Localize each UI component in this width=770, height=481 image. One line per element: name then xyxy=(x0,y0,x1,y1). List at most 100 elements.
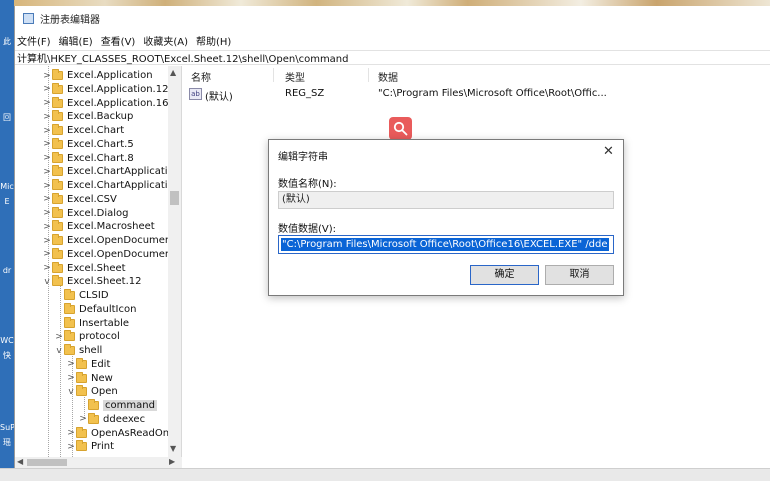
folder-icon xyxy=(76,385,87,397)
tree-item[interactable]: CLSID xyxy=(54,289,109,302)
tree-item[interactable]: > Excel.Application xyxy=(42,69,153,82)
chevron-right-icon[interactable]: > xyxy=(42,98,52,108)
tree-item-label: New xyxy=(91,372,113,384)
chevron-right-icon[interactable]: > xyxy=(42,167,52,177)
folder-icon xyxy=(52,151,63,163)
folder-icon xyxy=(88,399,99,410)
tree-item[interactable]: > Excel.Application.16 xyxy=(42,96,169,110)
tree-item[interactable]: > Excel.Chart.5 xyxy=(42,137,134,151)
tree-item[interactable]: > Excel.Macrosheet xyxy=(42,220,155,233)
chevron-right-icon[interactable]: > xyxy=(78,414,88,424)
folder-icon xyxy=(52,192,63,204)
scroll-right-icon[interactable]: ▶ xyxy=(169,457,175,466)
chevron-down-icon[interactable]: v xyxy=(66,387,76,397)
chevron-right-icon[interactable]: > xyxy=(42,222,52,232)
tree-item[interactable]: > Excel.CSV xyxy=(42,192,117,206)
chevron-right-icon[interactable]: > xyxy=(66,359,76,369)
tree-vertical-scrollbar[interactable]: ▲ ▼ xyxy=(168,66,181,459)
chevron-right-icon[interactable]: > xyxy=(54,332,64,342)
tree-item[interactable]: > Excel.ChartApplicatio xyxy=(42,165,174,178)
cancel-button[interactable]: 取消 xyxy=(545,265,614,285)
tree-item[interactable]: > Excel.Chart.8 xyxy=(42,151,134,165)
tree-item[interactable]: > New xyxy=(66,371,113,385)
tree-horizontal-scrollbar[interactable]: ◀ ▶ xyxy=(15,457,182,468)
tree-item[interactable]: > Excel.OpenDocument xyxy=(42,234,175,247)
tree-item-label: Excel.Sheet.12 xyxy=(67,276,142,288)
address-bar[interactable]: 计算机\HKEY_CLASSES_ROOT\Excel.Sheet.12\she… xyxy=(15,50,770,65)
column-header-name[interactable]: 名称 xyxy=(191,69,211,84)
chevron-right-icon[interactable]: > xyxy=(66,428,76,438)
tree-item[interactable]: > Excel.Backup xyxy=(42,110,133,123)
edit-string-dialog: 编辑字符串 ✕ 数值名称(N): (默认) 数值数据(V): "C:\Progr… xyxy=(268,139,624,296)
close-icon[interactable]: ✕ xyxy=(603,144,614,159)
tree-item[interactable]: > Excel.Application.12 xyxy=(42,82,168,96)
chevron-right-icon[interactable]: > xyxy=(42,208,52,218)
tree-item[interactable]: > Excel.Sheet xyxy=(42,261,126,275)
tree-item[interactable]: > ddeexec xyxy=(78,412,145,426)
chevron-right-icon[interactable]: > xyxy=(42,112,52,122)
tree-item[interactable]: > Excel.Dialog xyxy=(42,206,129,220)
chevron-right-icon[interactable]: > xyxy=(42,263,52,273)
tree-scroll-thumb[interactable] xyxy=(170,191,179,205)
tree-item[interactable]: v shell xyxy=(54,344,102,357)
scroll-down-icon[interactable]: ▼ xyxy=(170,444,176,453)
column-header-type[interactable]: 类型 xyxy=(285,69,305,84)
tree-item[interactable]: > Excel.ChartApplicatio xyxy=(42,179,174,192)
chevron-right-icon[interactable]: > xyxy=(66,442,76,452)
ok-button[interactable]: 确定 xyxy=(470,265,539,285)
tree-item[interactable]: command xyxy=(78,399,157,412)
desktop-shortcut-label[interactable]: SuP xyxy=(0,423,15,432)
column-divider[interactable] xyxy=(273,68,274,82)
desktop-shortcut-label[interactable]: 回 xyxy=(0,112,14,123)
value-data-text: "C:\Program Files\Microsoft Office\Root\… xyxy=(281,238,609,251)
desktop-shortcut-label[interactable]: 此 xyxy=(0,36,14,47)
search-icon[interactable] xyxy=(389,117,412,140)
tree-hscroll-thumb[interactable] xyxy=(27,459,67,466)
chevron-down-icon[interactable]: v xyxy=(54,346,64,356)
desktop-shortcut-label[interactable]: Mic xyxy=(0,182,14,191)
menu-favorites[interactable]: 收藏夹(A) xyxy=(143,33,188,48)
tree-item[interactable]: > Print xyxy=(66,440,114,453)
menu-help[interactable]: 帮助(H) xyxy=(196,33,231,48)
menu-edit[interactable]: 编辑(E) xyxy=(59,33,93,48)
tree-item-label: Excel.Application.16 xyxy=(67,97,169,109)
menu-view[interactable]: 查看(V) xyxy=(101,33,136,48)
desktop-shortcut-label[interactable]: 瑶 xyxy=(0,437,14,448)
tree-item[interactable]: v Excel.Sheet.12 xyxy=(42,275,141,288)
chevron-right-icon[interactable]: > xyxy=(42,236,52,246)
taskbar xyxy=(0,468,770,481)
chevron-right-icon[interactable]: > xyxy=(42,71,52,81)
value-name-label: 数值名称(N): xyxy=(278,179,337,190)
tree-item[interactable]: DefaultIcon xyxy=(54,302,136,316)
chevron-right-icon[interactable]: > xyxy=(42,139,52,149)
tree-item[interactable]: > Excel.OpenDocument xyxy=(42,247,175,261)
chevron-right-icon[interactable]: > xyxy=(42,153,52,163)
tree-item[interactable]: > protocol xyxy=(54,330,120,343)
folder-icon xyxy=(76,357,87,369)
tree-item[interactable]: > Excel.Chart xyxy=(42,124,124,137)
chevron-right-icon[interactable]: > xyxy=(42,84,52,94)
desktop-shortcut-label[interactable]: dr xyxy=(0,266,14,275)
desktop-shortcut-label[interactable]: E xyxy=(0,197,14,206)
scroll-left-icon[interactable]: ◀ xyxy=(17,457,23,466)
column-divider[interactable] xyxy=(368,68,369,82)
value-data-field[interactable]: "C:\Program Files\Microsoft Office\Root\… xyxy=(278,235,614,254)
tree-item-label: command xyxy=(103,400,157,411)
menu-file[interactable]: 文件(F) xyxy=(17,33,51,48)
folder-icon xyxy=(64,289,75,300)
chevron-right-icon[interactable]: > xyxy=(66,373,76,383)
column-header-data[interactable]: 数据 xyxy=(378,69,398,84)
chevron-right-icon[interactable]: > xyxy=(42,181,52,191)
chevron-down-icon[interactable]: v xyxy=(42,277,52,287)
desktop-shortcut-label[interactable]: WC xyxy=(0,336,14,345)
desktop-shortcut-label[interactable]: 快 xyxy=(0,350,14,361)
chevron-right-icon[interactable]: > xyxy=(42,126,52,136)
tree-item[interactable]: > OpenAsReadOn xyxy=(66,426,169,440)
tree-item[interactable]: > Edit xyxy=(66,357,110,371)
scroll-up-icon[interactable]: ▲ xyxy=(170,68,176,77)
tree-item[interactable]: v Open xyxy=(66,385,118,398)
tree-item[interactable]: Insertable xyxy=(54,316,129,330)
chevron-right-icon[interactable]: > xyxy=(42,194,52,204)
desktop-icons-strip xyxy=(0,0,14,470)
chevron-right-icon[interactable]: > xyxy=(42,249,52,259)
